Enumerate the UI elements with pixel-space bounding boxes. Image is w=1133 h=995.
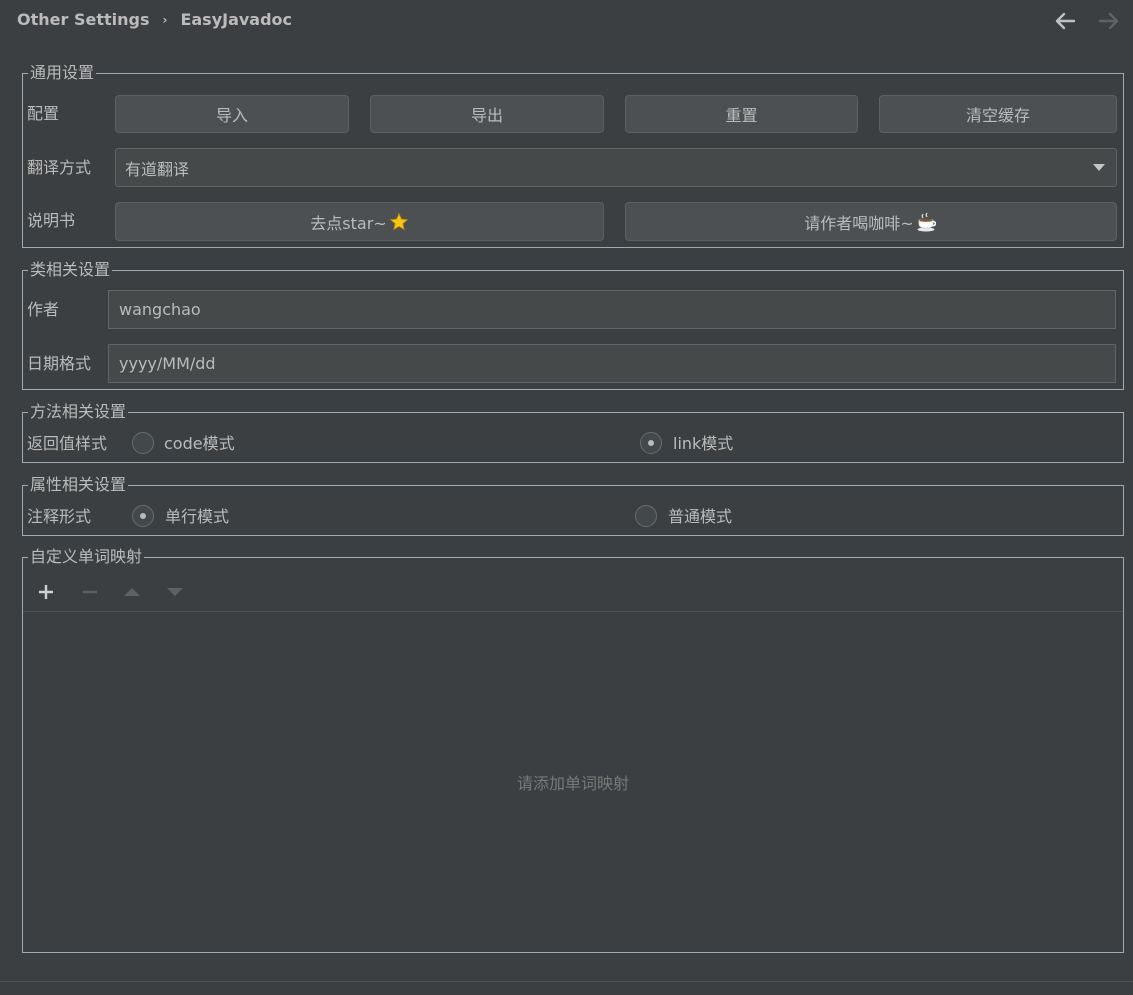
manual-label: 说明书 bbox=[27, 211, 76, 230]
star-button[interactable]: 去点star~ bbox=[115, 202, 604, 241]
empty-state-text: 请添加单词映射 bbox=[516, 774, 629, 793]
coffee-icon bbox=[917, 212, 936, 231]
breadcrumb-separator: › bbox=[162, 12, 168, 27]
breadcrumb-parent[interactable]: Other Settings bbox=[17, 10, 149, 29]
reset-button[interactable]: 重置 bbox=[625, 95, 858, 133]
author-field-value: wangchao bbox=[119, 300, 201, 319]
field-settings-title: 属性相关设置 bbox=[28, 475, 129, 495]
import-button-label: 导入 bbox=[215, 106, 248, 125]
single-line-mode-radio[interactable] bbox=[132, 505, 154, 527]
reset-button-label: 重置 bbox=[725, 106, 758, 125]
link-mode-label[interactable]: link模式 bbox=[673, 434, 733, 454]
class-settings-title: 类相关设置 bbox=[28, 260, 113, 280]
normal-mode-label[interactable]: 普通模式 bbox=[668, 507, 732, 527]
chevron-down-icon bbox=[1093, 164, 1105, 171]
clear-cache-button[interactable]: 清空缓存 bbox=[879, 95, 1117, 133]
star-icon bbox=[389, 212, 409, 230]
arrow-left-icon bbox=[1055, 12, 1076, 30]
star-button-label: 去点star~ bbox=[310, 213, 387, 233]
author-label: 作者 bbox=[27, 300, 60, 319]
single-line-mode-label[interactable]: 单行模式 bbox=[165, 507, 229, 527]
remove-button[interactable] bbox=[78, 580, 102, 604]
forward-button[interactable] bbox=[1097, 9, 1121, 33]
export-button[interactable]: 导出 bbox=[370, 95, 604, 133]
bottom-divider bbox=[0, 981, 1133, 982]
code-mode-radio[interactable] bbox=[132, 432, 154, 454]
translate-select[interactable]: 有道翻译 bbox=[115, 148, 1117, 187]
back-button[interactable] bbox=[1053, 9, 1077, 33]
link-mode-radio[interactable] bbox=[640, 432, 662, 454]
coffee-button[interactable]: 请作者喝咖啡~ bbox=[625, 202, 1117, 241]
triangle-up-icon bbox=[124, 588, 140, 596]
general-settings-title: 通用设置 bbox=[28, 63, 97, 83]
word-map-table[interactable]: 请添加单词映射 bbox=[23, 612, 1123, 952]
breadcrumb-current: EasyJavadoc bbox=[180, 10, 293, 29]
word-map-title: 自定义单词映射 bbox=[28, 547, 145, 567]
radio-selected-dot bbox=[140, 513, 146, 519]
add-button[interactable] bbox=[34, 580, 58, 604]
date-format-field[interactable]: yyyy/MM/dd bbox=[108, 344, 1116, 383]
export-button-label: 导出 bbox=[470, 106, 503, 125]
date-format-field-value: yyyy/MM/dd bbox=[119, 354, 216, 373]
author-field[interactable]: wangchao bbox=[108, 290, 1116, 329]
triangle-down-icon bbox=[167, 588, 183, 596]
plus-icon bbox=[39, 585, 53, 599]
move-up-button[interactable] bbox=[120, 580, 144, 604]
move-down-button[interactable] bbox=[163, 580, 187, 604]
minus-icon bbox=[83, 590, 97, 594]
radio-selected-dot bbox=[648, 440, 654, 446]
import-button[interactable]: 导入 bbox=[115, 95, 349, 133]
clear-cache-button-label: 清空缓存 bbox=[965, 106, 1030, 125]
breadcrumb: Other Settings › EasyJavadoc bbox=[17, 10, 292, 29]
translate-label: 翻译方式 bbox=[27, 158, 92, 177]
method-settings-title: 方法相关设置 bbox=[28, 402, 129, 422]
arrow-right-icon bbox=[1098, 12, 1119, 30]
translate-select-value: 有道翻译 bbox=[125, 159, 190, 179]
coffee-button-label: 请作者喝咖啡~ bbox=[804, 213, 914, 233]
normal-mode-radio[interactable] bbox=[635, 505, 657, 527]
config-label: 配置 bbox=[27, 104, 60, 123]
code-mode-label[interactable]: code模式 bbox=[164, 434, 235, 454]
date-format-label: 日期格式 bbox=[27, 354, 92, 373]
return-style-label: 返回值样式 bbox=[27, 434, 108, 453]
comment-form-label: 注释形式 bbox=[27, 507, 92, 526]
